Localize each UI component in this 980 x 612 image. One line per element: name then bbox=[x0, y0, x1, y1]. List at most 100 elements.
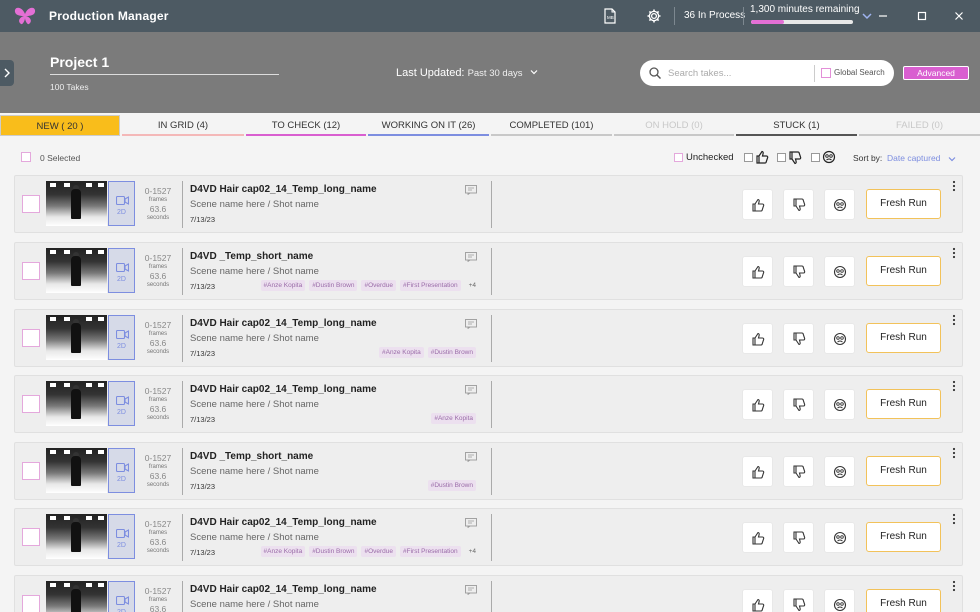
row-checkbox[interactable] bbox=[22, 395, 40, 413]
reject-button[interactable] bbox=[783, 522, 814, 553]
fresh-run-button[interactable]: Fresh Run bbox=[866, 389, 941, 419]
take-thumbnail[interactable] bbox=[46, 514, 107, 559]
tag[interactable]: #Anze Kopita bbox=[431, 413, 476, 424]
fresh-run-button[interactable]: Fresh Run bbox=[866, 522, 941, 552]
chevron-down-icon[interactable] bbox=[861, 10, 873, 22]
rejected-filter-checkbox[interactable] bbox=[777, 153, 786, 162]
tab-on-hold[interactable]: ON HOLD (0) bbox=[614, 115, 734, 136]
comment-icon[interactable] bbox=[465, 319, 477, 329]
camera-mode-badge[interactable]: 2D bbox=[108, 514, 135, 559]
take-name[interactable]: D4VD Hair cap02_14_Temp_long_name bbox=[190, 384, 377, 395]
take-name[interactable]: D4VD Hair cap02_14_Temp_long_name bbox=[190, 517, 377, 528]
sidebar-toggle[interactable] bbox=[0, 60, 14, 86]
row-checkbox[interactable] bbox=[22, 528, 40, 546]
more-options-icon[interactable] bbox=[952, 180, 956, 192]
flag-confused-button[interactable] bbox=[824, 323, 855, 354]
advanced-button[interactable]: Advanced bbox=[903, 66, 969, 80]
tag[interactable]: #Dustin Brown bbox=[309, 280, 358, 291]
table-row[interactable]: 2D 0-1527 frames 63.6 seconds D4VD Hair … bbox=[14, 175, 963, 233]
take-name[interactable]: D4VD _Temp_short_name bbox=[190, 251, 313, 262]
reject-button[interactable] bbox=[783, 389, 814, 420]
camera-mode-badge[interactable]: 2D bbox=[108, 181, 135, 226]
more-options-icon[interactable] bbox=[952, 580, 956, 592]
take-name[interactable]: D4VD Hair cap02_14_Temp_long_name bbox=[190, 184, 377, 195]
tab-completed[interactable]: COMPLETED (101) bbox=[491, 115, 612, 136]
sort-by-select[interactable]: Date captured bbox=[887, 153, 940, 163]
flag-confused-button[interactable] bbox=[824, 522, 855, 553]
reject-button[interactable] bbox=[783, 256, 814, 287]
table-row[interactable]: 2D 0-1527 frames 63.6 seconds D4VD Hair … bbox=[14, 508, 963, 566]
tag[interactable]: #Dustin Brown bbox=[427, 480, 476, 491]
row-checkbox[interactable] bbox=[22, 462, 40, 480]
reject-button[interactable] bbox=[783, 589, 814, 612]
tab-in-grid[interactable]: IN GRID (4) bbox=[122, 115, 244, 136]
camera-mode-badge[interactable]: 2D bbox=[108, 448, 135, 493]
tab-new[interactable]: NEW ( 20 ) bbox=[0, 115, 120, 136]
take-name[interactable]: D4VD Hair cap02_14_Temp_long_name bbox=[190, 318, 377, 329]
take-name[interactable]: D4VD Hair cap02_14_Temp_long_name bbox=[190, 584, 377, 595]
comment-icon[interactable] bbox=[465, 452, 477, 462]
minimize-icon[interactable] bbox=[876, 9, 890, 23]
fresh-run-button[interactable]: Fresh Run bbox=[866, 589, 941, 612]
comment-icon[interactable] bbox=[465, 385, 477, 395]
search-input[interactable] bbox=[668, 65, 813, 81]
row-checkbox[interactable] bbox=[22, 195, 40, 213]
camera-mode-badge[interactable]: 2D bbox=[108, 248, 135, 293]
gear-icon[interactable] bbox=[646, 8, 662, 24]
more-tags[interactable]: +4 bbox=[465, 546, 476, 557]
reject-button[interactable] bbox=[783, 456, 814, 487]
table-row[interactable]: 2D 0-1527 frames 63.6 seconds D4VD Hair … bbox=[14, 575, 963, 612]
more-options-icon[interactable] bbox=[952, 314, 956, 326]
row-checkbox[interactable] bbox=[22, 329, 40, 347]
comment-icon[interactable] bbox=[465, 518, 477, 528]
tab-stuck[interactable]: STUCK (1) bbox=[736, 115, 857, 136]
document-icon[interactable]: MB bbox=[602, 8, 618, 24]
chevron-down-icon[interactable] bbox=[948, 155, 956, 163]
flag-confused-button[interactable] bbox=[824, 189, 855, 220]
tag[interactable]: #Anze Kopita bbox=[260, 280, 306, 291]
take-thumbnail[interactable] bbox=[46, 248, 107, 293]
table-row[interactable]: 2D 0-1527 frames 63.6 seconds D4VD Hair … bbox=[14, 375, 963, 433]
reject-button[interactable] bbox=[783, 323, 814, 354]
table-row[interactable]: 2D 0-1527 frames 63.6 seconds D4VD Hair … bbox=[14, 309, 963, 367]
take-thumbnail[interactable] bbox=[46, 181, 107, 226]
approve-button[interactable] bbox=[742, 189, 773, 220]
more-options-icon[interactable] bbox=[952, 513, 956, 525]
take-thumbnail[interactable] bbox=[46, 381, 107, 426]
tag[interactable]: #Overdue bbox=[361, 280, 397, 291]
camera-mode-badge[interactable]: 2D bbox=[108, 581, 135, 612]
fresh-run-button[interactable]: Fresh Run bbox=[866, 323, 941, 353]
global-search-checkbox[interactable] bbox=[821, 68, 831, 78]
approve-button[interactable] bbox=[742, 589, 773, 612]
camera-mode-badge[interactable]: 2D bbox=[108, 381, 135, 426]
row-checkbox[interactable] bbox=[22, 595, 40, 612]
take-name[interactable]: D4VD _Temp_short_name bbox=[190, 451, 313, 462]
comment-icon[interactable] bbox=[465, 585, 477, 595]
table-row[interactable]: 2D 0-1527 frames 63.6 seconds D4VD _Temp… bbox=[14, 242, 963, 300]
tag[interactable]: #First Presentation bbox=[400, 280, 461, 291]
flag-confused-button[interactable] bbox=[824, 389, 855, 420]
tag[interactable]: #Anze Kopita bbox=[379, 347, 424, 358]
last-updated-filter[interactable]: Last Updated: Past 30 days bbox=[396, 67, 538, 79]
tab-to-check[interactable]: TO CHECK (12) bbox=[246, 115, 366, 136]
unchecked-filter-checkbox[interactable] bbox=[674, 153, 683, 162]
more-tags[interactable]: +4 bbox=[465, 280, 476, 291]
approved-filter-checkbox[interactable] bbox=[744, 153, 753, 162]
tag[interactable]: #First Presentation bbox=[400, 546, 461, 557]
approve-button[interactable] bbox=[742, 256, 773, 287]
table-row[interactable]: 2D 0-1527 frames 63.6 seconds D4VD _Temp… bbox=[14, 442, 963, 500]
camera-mode-badge[interactable]: 2D bbox=[108, 315, 135, 360]
take-thumbnail[interactable] bbox=[46, 315, 107, 360]
flag-confused-button[interactable] bbox=[824, 256, 855, 287]
comment-icon[interactable] bbox=[465, 252, 477, 262]
more-options-icon[interactable] bbox=[952, 447, 956, 459]
approve-button[interactable] bbox=[742, 456, 773, 487]
reject-button[interactable] bbox=[783, 189, 814, 220]
row-checkbox[interactable] bbox=[22, 262, 40, 280]
tag[interactable]: #Dustin Brown bbox=[427, 347, 476, 358]
tab-working-on-it[interactable]: WORKING ON IT (26) bbox=[368, 115, 489, 136]
tab-failed[interactable]: FAILED (0) bbox=[859, 115, 980, 136]
tag[interactable]: #Overdue bbox=[361, 546, 397, 557]
approve-button[interactable] bbox=[742, 323, 773, 354]
fresh-run-button[interactable]: Fresh Run bbox=[866, 189, 941, 219]
